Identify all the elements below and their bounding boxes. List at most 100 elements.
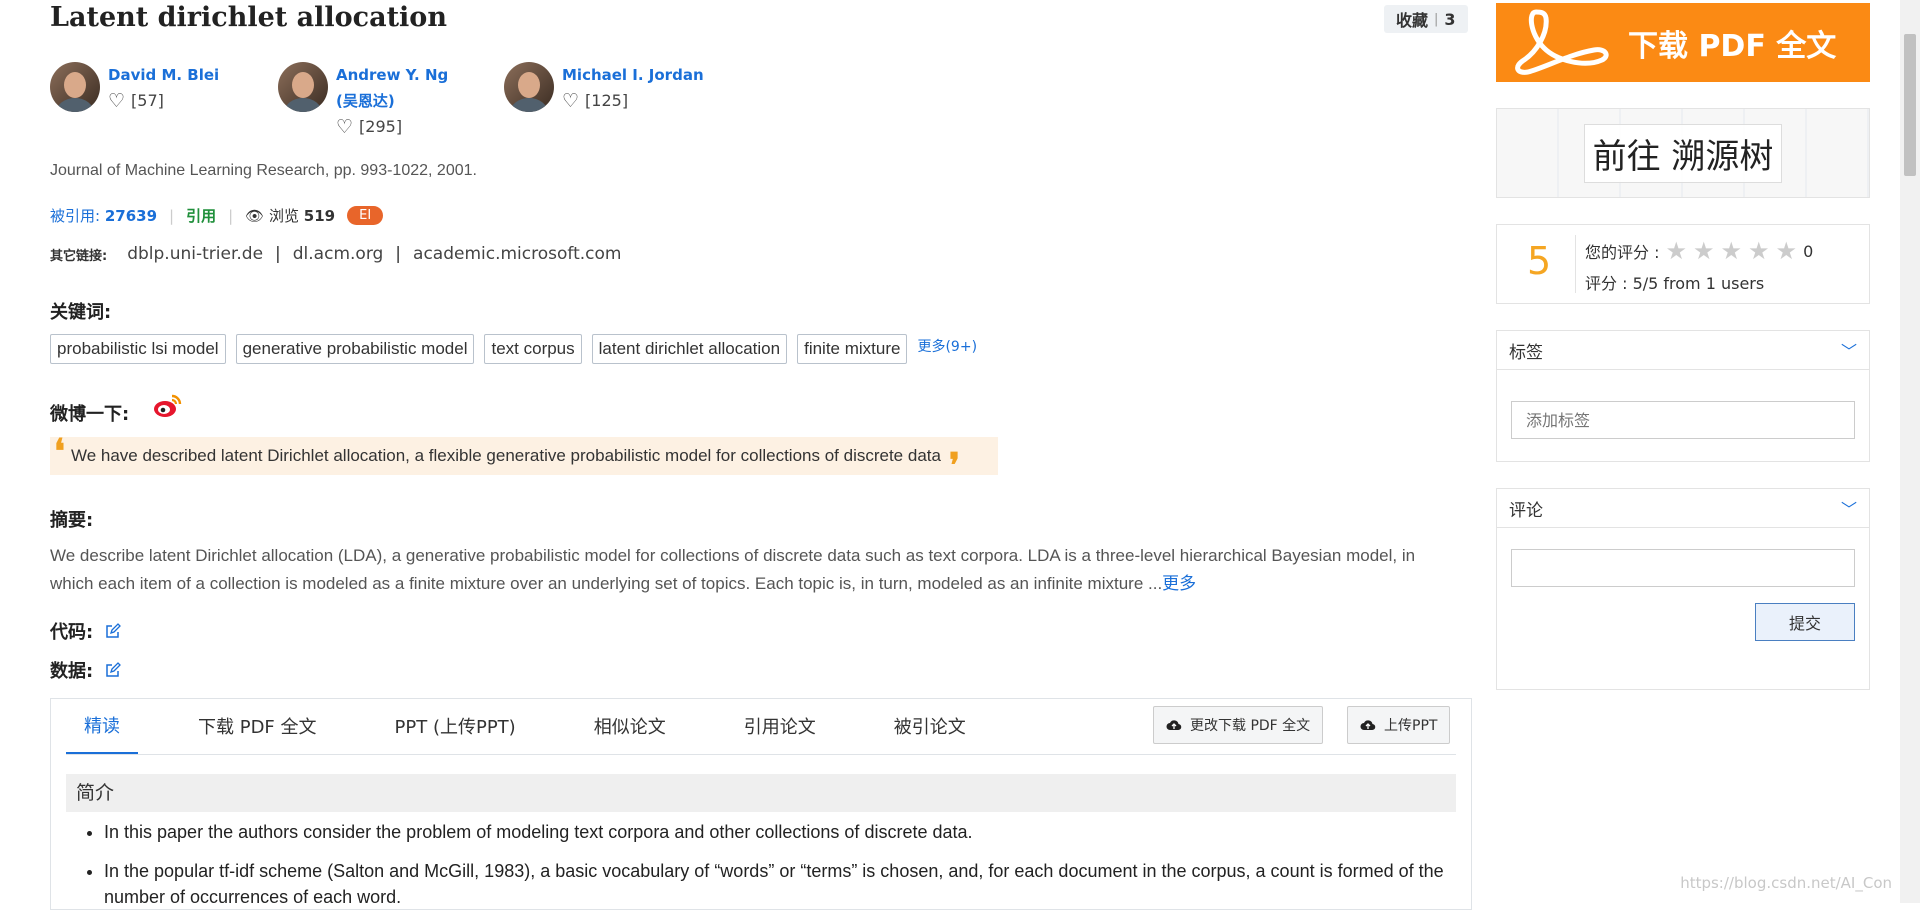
code-label: 代码: [50, 622, 94, 643]
download-pdf-button[interactable]: 下载 PDF 全文 [1496, 3, 1870, 82]
scrollbar[interactable] [1900, 0, 1920, 903]
heart-icon[interactable]: ♡ [562, 88, 579, 114]
ei-badge: EI [347, 206, 384, 225]
favorite-label: 收藏 [1396, 11, 1429, 30]
keyword-tag[interactable]: finite mixture [797, 334, 908, 364]
scrollbar-thumb[interactable] [1904, 34, 1916, 176]
divider: | [169, 206, 175, 225]
rating-score: 5 [1527, 239, 1552, 283]
paper-tabs-panel: 精读 下载 PDF 全文 PPT (上传PPT) 相似论文 引用论文 被引论文 … [50, 698, 1472, 910]
tab-references[interactable]: 引用论文 [726, 699, 834, 754]
author-name-link[interactable]: Andrew Y. Ng [336, 62, 448, 88]
star-icon[interactable]: ★ [1776, 239, 1798, 263]
divider: | [395, 244, 402, 264]
tab-ppt[interactable]: PPT (上传PPT) [377, 699, 534, 754]
data-label: 数据: [50, 661, 94, 682]
eye-icon: 👁 [245, 207, 265, 225]
weibo-icon[interactable] [153, 393, 183, 419]
data-row: 数据: [50, 657, 122, 683]
trace-tree-label: 前往 溯源树 [1583, 123, 1783, 183]
abstract-text: We describe latent Dirichlet allocation … [50, 542, 1450, 598]
change-pdf-button[interactable]: 更改下载 PDF 全文 [1153, 706, 1324, 744]
divider [1575, 235, 1576, 293]
link-microsoft-academic[interactable]: academic.microsoft.com [413, 244, 621, 264]
watermark: https://blog.csdn.net/AI_Con [1680, 874, 1892, 892]
list-item: In this paper the authors consider the p… [104, 819, 1444, 845]
upload-ppt-button[interactable]: 上传PPT [1347, 706, 1451, 744]
upload-ppt-label: 上传PPT [1384, 718, 1438, 734]
comments-title: 评论 [1509, 500, 1543, 521]
comment-input[interactable] [1511, 549, 1855, 587]
likes-count: [125] [585, 91, 629, 110]
your-rating-label: 您的评分 : [1585, 243, 1660, 262]
tab-download-pdf[interactable]: 下载 PDF 全文 [180, 699, 335, 754]
more-keywords-link[interactable]: 更多(9+) [917, 336, 977, 356]
tab-similar-papers[interactable]: 相似论文 [576, 699, 684, 754]
views-label: 浏览 [269, 207, 300, 225]
keyword-tag[interactable]: latent dirichlet allocation [591, 334, 788, 364]
author-chinese-name[interactable]: (吴恩达) [336, 88, 448, 114]
rating-summary: 评分 : 5/5 from 1 users [1585, 274, 1765, 293]
cloud-upload-icon [1360, 720, 1376, 731]
author-card: David M. Blei ♡ [57] [50, 62, 219, 114]
abstract-body: We describe latent Dirichlet allocation … [50, 546, 1416, 593]
keyword-list: probabilistic lsi model generative proba… [50, 334, 977, 364]
author-card: Andrew Y. Ng (吴恩达) ♡ [295] [278, 62, 448, 140]
keyword-tag[interactable]: probabilistic lsi model [50, 334, 226, 364]
tags-title: 标签 [1509, 342, 1543, 363]
weibo-quote: ❛ We have described latent Dirichlet all… [50, 435, 998, 486]
star-icon[interactable]: ★ [1665, 239, 1687, 263]
download-pdf-label: 下载 PDF 全文 [1628, 28, 1837, 64]
star-icon[interactable]: ★ [1748, 239, 1770, 263]
author-name-link[interactable]: David M. Blei [108, 62, 219, 88]
your-rating-row: 您的评分 : ★ ★ ★ ★ ★ 0 [1585, 239, 1813, 263]
cited-by-link[interactable]: 被引用: 27639 [50, 205, 157, 226]
close-quote-icon: ❜ [948, 446, 960, 486]
trace-tree-link[interactable]: 前往 溯源树 [1496, 108, 1870, 198]
tab-close-reading[interactable]: 精读 [66, 699, 138, 754]
intro-list: In this paper the authors consider the p… [66, 819, 1444, 923]
cite-button[interactable]: 引用 [186, 205, 216, 226]
author-card: Michael I. Jordan ♡ [125] [504, 62, 704, 114]
change-pdf-label: 更改下载 PDF 全文 [1190, 718, 1311, 734]
edit-icon[interactable] [105, 662, 122, 678]
code-row: 代码: [50, 618, 122, 644]
avatar[interactable] [504, 62, 554, 112]
avatar[interactable] [278, 62, 328, 112]
tags-card: 标签 ﹀ [1496, 330, 1870, 462]
weibo-heading: 微博一下: [50, 404, 130, 425]
chevron-down-icon[interactable]: ﹀ [1841, 338, 1857, 362]
views-count: 519 [303, 207, 336, 225]
link-dblp[interactable]: dblp.uni-trier.de [127, 244, 263, 264]
likes-count: [57] [131, 91, 164, 110]
keywords-heading: 关键词: [50, 302, 112, 323]
chevron-down-icon[interactable]: ﹀ [1841, 496, 1857, 520]
divider: | [1434, 11, 1439, 27]
favorite-count: 3 [1444, 9, 1456, 29]
heart-icon[interactable]: ♡ [336, 114, 353, 140]
author-likes[interactable]: ♡ [57] [108, 88, 219, 114]
heart-icon[interactable]: ♡ [108, 88, 125, 114]
comments-card: 评论 ﹀ 提交 [1496, 488, 1870, 690]
comments-header[interactable]: 评论 ﹀ [1497, 489, 1869, 528]
submit-button[interactable]: 提交 [1755, 603, 1855, 641]
tags-header[interactable]: 标签 ﹀ [1497, 331, 1869, 370]
author-likes[interactable]: ♡ [125] [562, 88, 704, 114]
author-likes[interactable]: ♡ [295] [336, 114, 448, 140]
star-icon[interactable]: ★ [1721, 239, 1743, 263]
keyword-tag[interactable]: text corpus [484, 334, 582, 364]
tab-cited-by[interactable]: 被引论文 [876, 699, 984, 754]
favorite-button[interactable]: 收藏 | 3 [1384, 5, 1468, 33]
edit-icon[interactable] [105, 623, 122, 639]
cloud-upload-icon [1166, 720, 1182, 731]
cited-label: 被引用: [50, 207, 101, 225]
add-tag-input[interactable] [1511, 401, 1855, 439]
avatar[interactable] [50, 62, 100, 112]
your-rating-count: 0 [1803, 241, 1814, 261]
keyword-tag[interactable]: generative probabilistic model [235, 334, 475, 364]
link-acm[interactable]: dl.acm.org [293, 244, 384, 264]
divider: | [228, 206, 234, 225]
abstract-more-link[interactable]: 更多 [1162, 574, 1196, 593]
author-name-link[interactable]: Michael I. Jordan [562, 62, 704, 88]
star-icon[interactable]: ★ [1693, 239, 1715, 263]
